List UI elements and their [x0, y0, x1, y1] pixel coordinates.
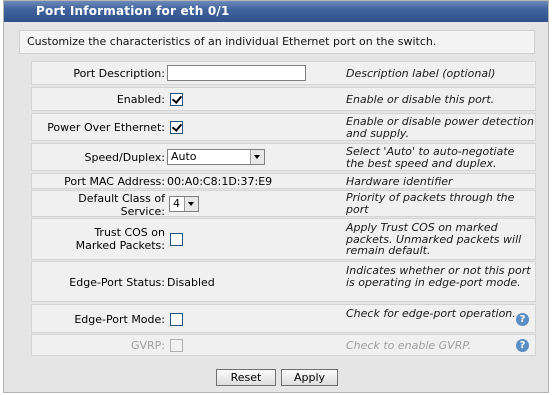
default-cos-help: Priority of packets through the port	[346, 191, 515, 216]
row-port-description: Port Description: Description label (opt…	[31, 61, 536, 85]
enabled-help: Enable or disable this port.	[346, 93, 495, 106]
enabled-label: Enabled:	[116, 93, 165, 106]
trust-cos-help: Apply Trust COS on marked packets. Unmar…	[346, 221, 522, 257]
port-description-help: Description label (optional)	[346, 67, 496, 80]
row-enabled: Enabled: Enable or disable this port.	[31, 87, 536, 111]
speed-duplex-value: Auto	[171, 150, 197, 163]
edge-port-status-label: Edge-Port Status:	[69, 276, 165, 289]
question-mark-icon[interactable]: ?	[516, 339, 529, 352]
panel-title: Port Information for eth 0/1	[4, 1, 548, 22]
edge-port-status-help: Indicates whether or not this port is op…	[346, 264, 531, 289]
row-speed-duplex: Speed/Duplex: Auto Select 'Auto' to auto…	[31, 143, 536, 171]
port-info-panel: Port Information for eth 0/1 Customize t…	[3, 0, 549, 393]
default-cos-label: Default Class of Service:	[78, 192, 165, 218]
enabled-checkbox[interactable]	[170, 93, 183, 106]
poe-label: Power Over Ethernet:	[47, 121, 165, 134]
gvrp-checkbox[interactable]	[170, 339, 183, 352]
row-edge-port-status: Edge-Port Status: Disabled Indicates whe…	[31, 261, 536, 302]
trust-cos-label: Trust COS on Marked Packets:	[75, 226, 165, 252]
edge-port-mode-label: Edge-Port Mode:	[74, 313, 165, 326]
row-edge-port-mode: Edge-Port Mode: Check for edge-port oper…	[31, 304, 536, 333]
mac-address-help: Hardware identifier	[346, 175, 453, 188]
chevron-down-icon	[184, 197, 198, 211]
edge-port-mode-checkbox[interactable]	[170, 313, 183, 326]
reset-button[interactable]: Reset	[216, 369, 276, 386]
row-gvrp: GVRP: Check to enable GVRP. ?	[31, 334, 536, 356]
mac-address-label: Port MAC Address:	[64, 175, 165, 188]
speed-duplex-select[interactable]: Auto	[167, 149, 265, 165]
mac-address-value: 00:A0:C8:1D:37:E9	[167, 175, 273, 188]
apply-button[interactable]: Apply	[281, 369, 338, 386]
edge-port-mode-help: Check for edge-port operation.	[346, 307, 516, 320]
poe-help: Enable or disable power detection and su…	[346, 115, 534, 140]
speed-duplex-label: Speed/Duplex:	[84, 151, 165, 164]
default-cos-select[interactable]: 4	[169, 196, 199, 212]
port-description-input[interactable]	[167, 65, 306, 81]
gvrp-label: GVRP:	[130, 339, 165, 352]
trust-cos-checkbox[interactable]	[170, 233, 183, 246]
speed-duplex-help: Select 'Auto' to auto-negotiate the best…	[346, 145, 515, 170]
chevron-down-icon	[250, 150, 264, 164]
gvrp-help: Check to enable GVRP.	[346, 339, 471, 352]
row-trust-cos: Trust COS on Marked Packets: Apply Trust…	[31, 218, 536, 260]
default-cos-value: 4	[173, 197, 180, 210]
edge-port-status-value: Disabled	[167, 276, 215, 289]
poe-checkbox[interactable]	[170, 121, 183, 134]
row-default-cos: Default Class of Service: 4 Priority of …	[31, 190, 536, 218]
row-mac-address: Port MAC Address: 00:A0:C8:1D:37:E9 Hard…	[31, 173, 536, 189]
port-description-label: Port Description:	[73, 67, 165, 80]
row-poe: Power Over Ethernet: Enable or disable p…	[31, 113, 536, 141]
intro-text: Customize the characteristics of an indi…	[19, 30, 535, 54]
question-mark-icon[interactable]: ?	[516, 313, 529, 326]
